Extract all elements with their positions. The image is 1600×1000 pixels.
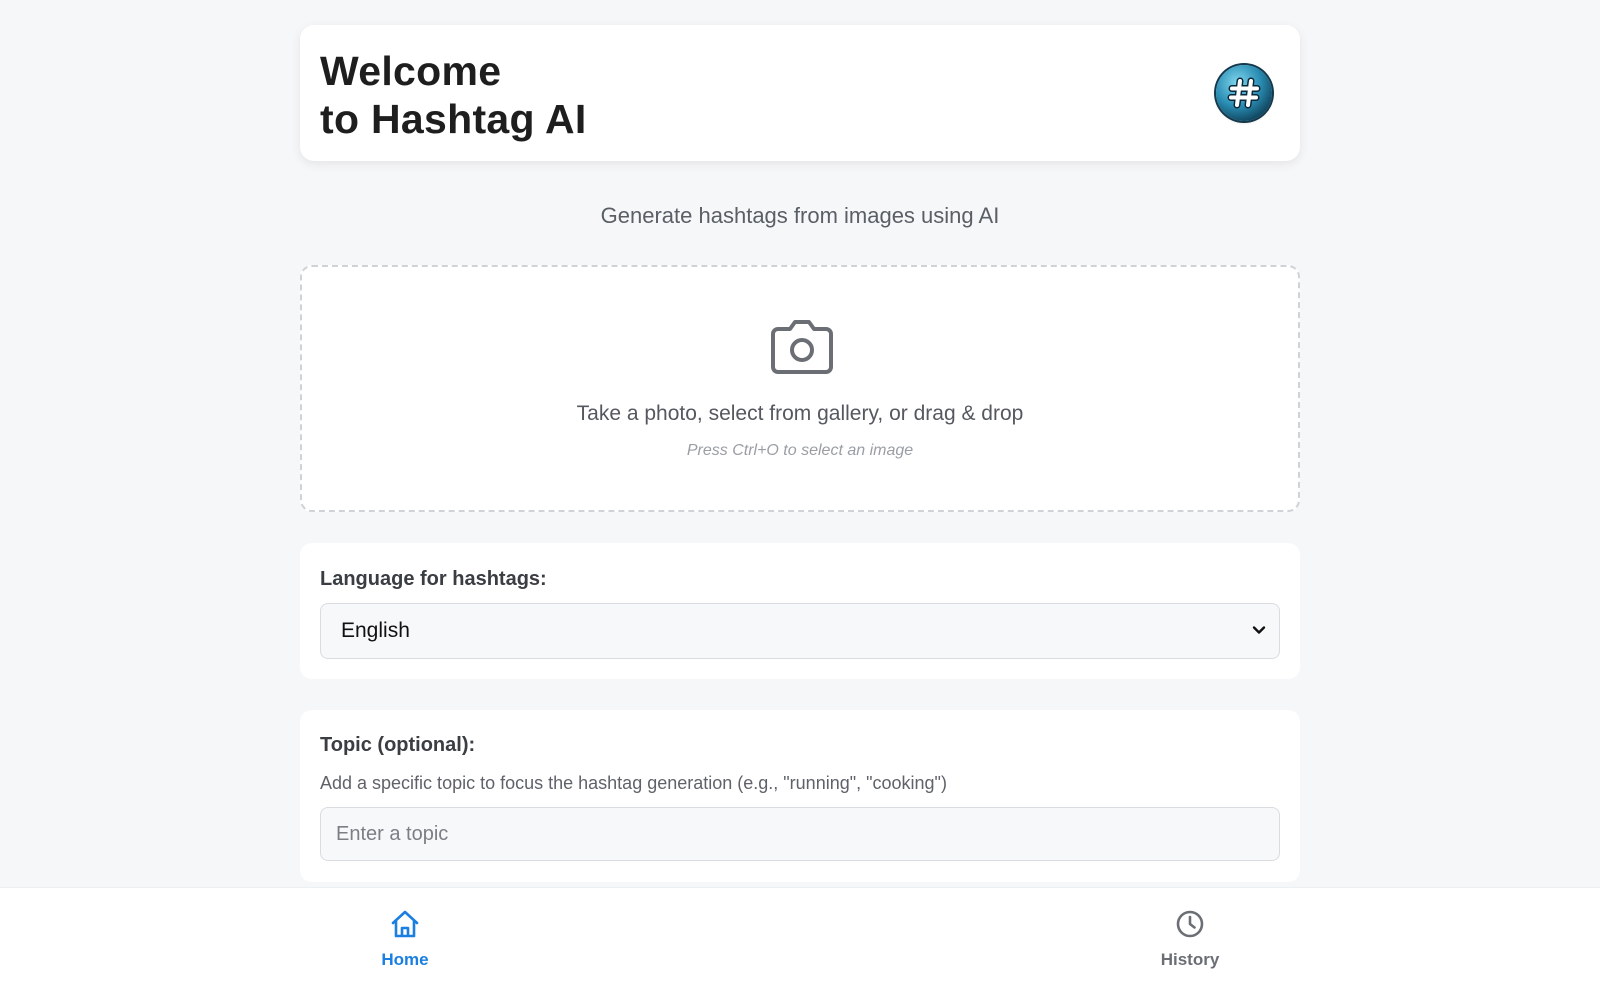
nav-home[interactable]: Home xyxy=(345,908,465,980)
page-title-line-1: Welcome xyxy=(320,48,502,94)
language-select[interactable]: English xyxy=(320,603,1280,659)
upload-shortcut-hint: Press Ctrl+O to select an image xyxy=(686,442,914,459)
page-title-line-2: to Hashtag AI xyxy=(320,96,587,142)
home-icon xyxy=(391,910,419,938)
clock-icon xyxy=(1176,910,1204,938)
chevron-down-icon xyxy=(1252,626,1266,634)
language-selected-value: English xyxy=(341,619,410,642)
language-card: Language for hashtags: English xyxy=(300,543,1300,679)
upload-instructions: Take a photo, select from gallery, or dr… xyxy=(576,402,1024,425)
nav-history-label: History xyxy=(1160,950,1220,969)
nav-home-label: Home xyxy=(381,950,429,969)
app-subtitle: Generate hashtags from images using AI xyxy=(600,203,1000,228)
topic-label: Topic (optional): xyxy=(320,734,476,756)
language-label: Language for hashtags: xyxy=(320,568,547,590)
app-page: Welcome to Hashtag AI Generate hashtags … xyxy=(0,0,1600,1000)
topic-help-text: Add a specific topic to focus the hashta… xyxy=(320,773,947,793)
page-title: Welcome to Hashtag AI xyxy=(320,47,587,143)
header-card: Welcome to Hashtag AI xyxy=(300,25,1300,161)
topic-card: Topic (optional): Add a specific topic t… xyxy=(300,710,1300,882)
image-upload-dropzone[interactable]: Take a photo, select from gallery, or dr… xyxy=(300,265,1300,512)
nav-history[interactable]: History xyxy=(1130,908,1250,980)
hashtag-logo-icon xyxy=(1216,65,1272,121)
topic-input[interactable] xyxy=(320,807,1280,861)
bottom-nav: Home History xyxy=(0,888,1600,1000)
camera-icon xyxy=(771,320,833,374)
